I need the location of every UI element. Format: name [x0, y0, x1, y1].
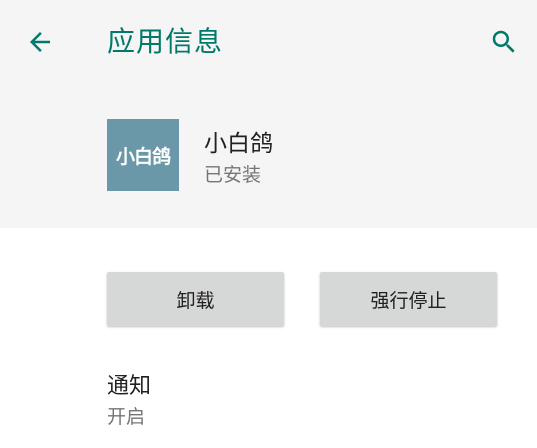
app-icon-label: 小白鸽 — [115, 145, 171, 168]
app-bar: 应用信息 — [0, 0, 537, 84]
notifications-title: 通知 — [107, 374, 152, 399]
notifications-summary: 开启 — [107, 406, 146, 428]
app-name: 小白鸽 — [204, 131, 273, 157]
uninstall-button[interactable]: 卸载 — [107, 272, 284, 326]
force-stop-button[interactable]: 强行停止 — [320, 272, 497, 326]
app-icon: 小白鸽 — [107, 119, 179, 191]
app-status: 已安装 — [204, 164, 262, 186]
search-icon — [492, 30, 515, 53]
page-title: 应用信息 — [107, 25, 224, 58]
arrow-back-icon — [30, 32, 50, 52]
search-button[interactable] — [482, 22, 526, 62]
back-button[interactable] — [18, 22, 62, 62]
